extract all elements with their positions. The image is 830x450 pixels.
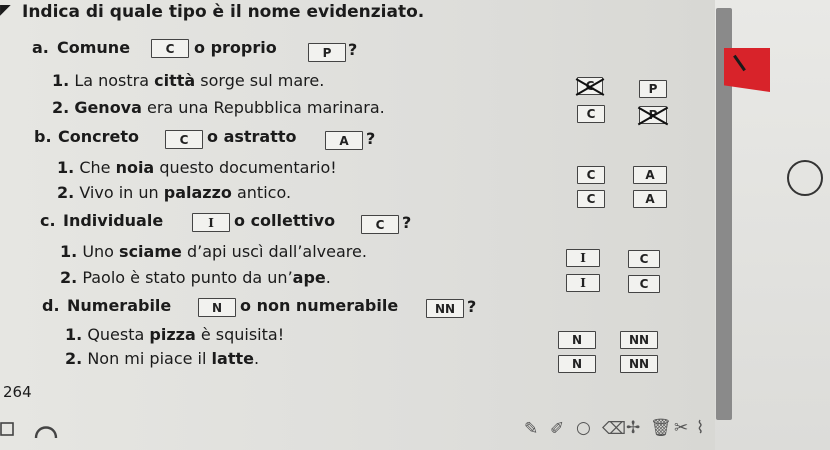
section-d-letter: d. — [42, 296, 60, 315]
eraser-icon[interactable]: ⌫ — [602, 421, 626, 438]
b1-option-a[interactable]: A — [633, 166, 667, 184]
a2-sentence: 2. Genova era una Repubblica marinara. — [52, 98, 385, 117]
a1-option-c-crossed[interactable]: C — [577, 77, 603, 95]
a1-sentence: 1. La nostra città sorge sul mare. — [52, 71, 325, 90]
page-number: 264 — [3, 383, 32, 401]
d1-option-nn[interactable]: NN — [620, 331, 658, 349]
section-a-box1: C — [151, 39, 189, 58]
section-c-end: ? — [402, 213, 412, 232]
section-a-end: ? — [348, 40, 358, 59]
section-a-letter: a. — [32, 38, 49, 57]
b2-sentence: 2. Vivo in un palazzo antico. — [57, 183, 292, 202]
pen-icon[interactable]: ✎ — [524, 421, 538, 438]
a2-option-c[interactable]: C — [577, 105, 605, 123]
textbook-page: ◤ Indica di quale tipo è il nome evidenz… — [0, 0, 715, 450]
d2-option-n[interactable]: N — [558, 355, 596, 373]
trash-icon[interactable]: 🗑 — [650, 420, 672, 437]
exercise-marker-icon: ◤ — [0, 2, 11, 18]
section-b-end: ? — [366, 129, 376, 148]
d1-sentence: 1. Questa pizza è squisita! — [65, 325, 285, 344]
c2-option-i[interactable]: I — [566, 274, 600, 292]
b1-sentence: 1. Che noia questo documentario! — [57, 158, 337, 177]
lasso-icon[interactable]: ⌇ — [696, 420, 704, 437]
b1-option-c[interactable]: C — [577, 166, 605, 184]
section-a-box2: P — [308, 43, 346, 62]
section-a-middle: o proprio — [194, 38, 277, 57]
section-b-letter: b. — [34, 127, 52, 146]
d2-sentence: 2. Non mi piace il latte. — [65, 349, 260, 368]
section-b-box1: C — [165, 130, 203, 149]
a2-option-p-crossed[interactable]: P — [639, 106, 667, 124]
highlighter-icon[interactable]: ✐ — [550, 421, 564, 438]
section-d-box1: N — [198, 298, 236, 317]
undo-icon[interactable] — [30, 418, 62, 442]
b2-option-a[interactable]: A — [633, 190, 667, 208]
c1-option-i[interactable]: I — [566, 249, 600, 267]
d1-option-n[interactable]: N — [558, 331, 596, 349]
a1-option-p[interactable]: P — [639, 80, 667, 98]
section-c-box2: C — [361, 215, 399, 234]
c1-option-c[interactable]: C — [628, 250, 660, 268]
c1-sentence: 1. Uno sciame d’api uscì dall’alveare. — [60, 242, 367, 261]
c2-option-c[interactable]: C — [628, 275, 660, 293]
section-c-middle: o collettivo — [234, 211, 336, 230]
section-d-middle: o non numerabile — [240, 296, 399, 315]
exercise-heading: Indica di quale tipo è il nome evidenzia… — [22, 2, 425, 22]
d2-option-nn[interactable]: NN — [620, 355, 658, 373]
section-d-end: ? — [467, 297, 477, 316]
c2-sentence: 2. Paolo è stato punto da un’ape. — [60, 268, 331, 287]
section-c-box1: I — [192, 213, 230, 232]
circle-button[interactable] — [787, 160, 823, 196]
section-d-box2: NN — [426, 299, 464, 318]
b2-option-c[interactable]: C — [577, 190, 605, 208]
section-b-label1: Concreto — [58, 127, 139, 146]
section-d-label1: Numerabile — [67, 296, 172, 315]
section-a-label1: Comune — [57, 38, 131, 57]
scissors-icon[interactable]: ✂ — [674, 420, 688, 437]
bookmark-flag-icon[interactable] — [724, 48, 770, 92]
section-b-middle: o astratto — [207, 127, 297, 146]
section-c-letter: c. — [40, 211, 56, 230]
plus-icon[interactable]: ✢ — [626, 420, 640, 437]
circle-icon[interactable]: ○ — [576, 420, 591, 437]
box-icon[interactable] — [0, 420, 16, 438]
section-b-box2: A — [325, 131, 363, 150]
section-c-label1: Individuale — [63, 211, 164, 230]
